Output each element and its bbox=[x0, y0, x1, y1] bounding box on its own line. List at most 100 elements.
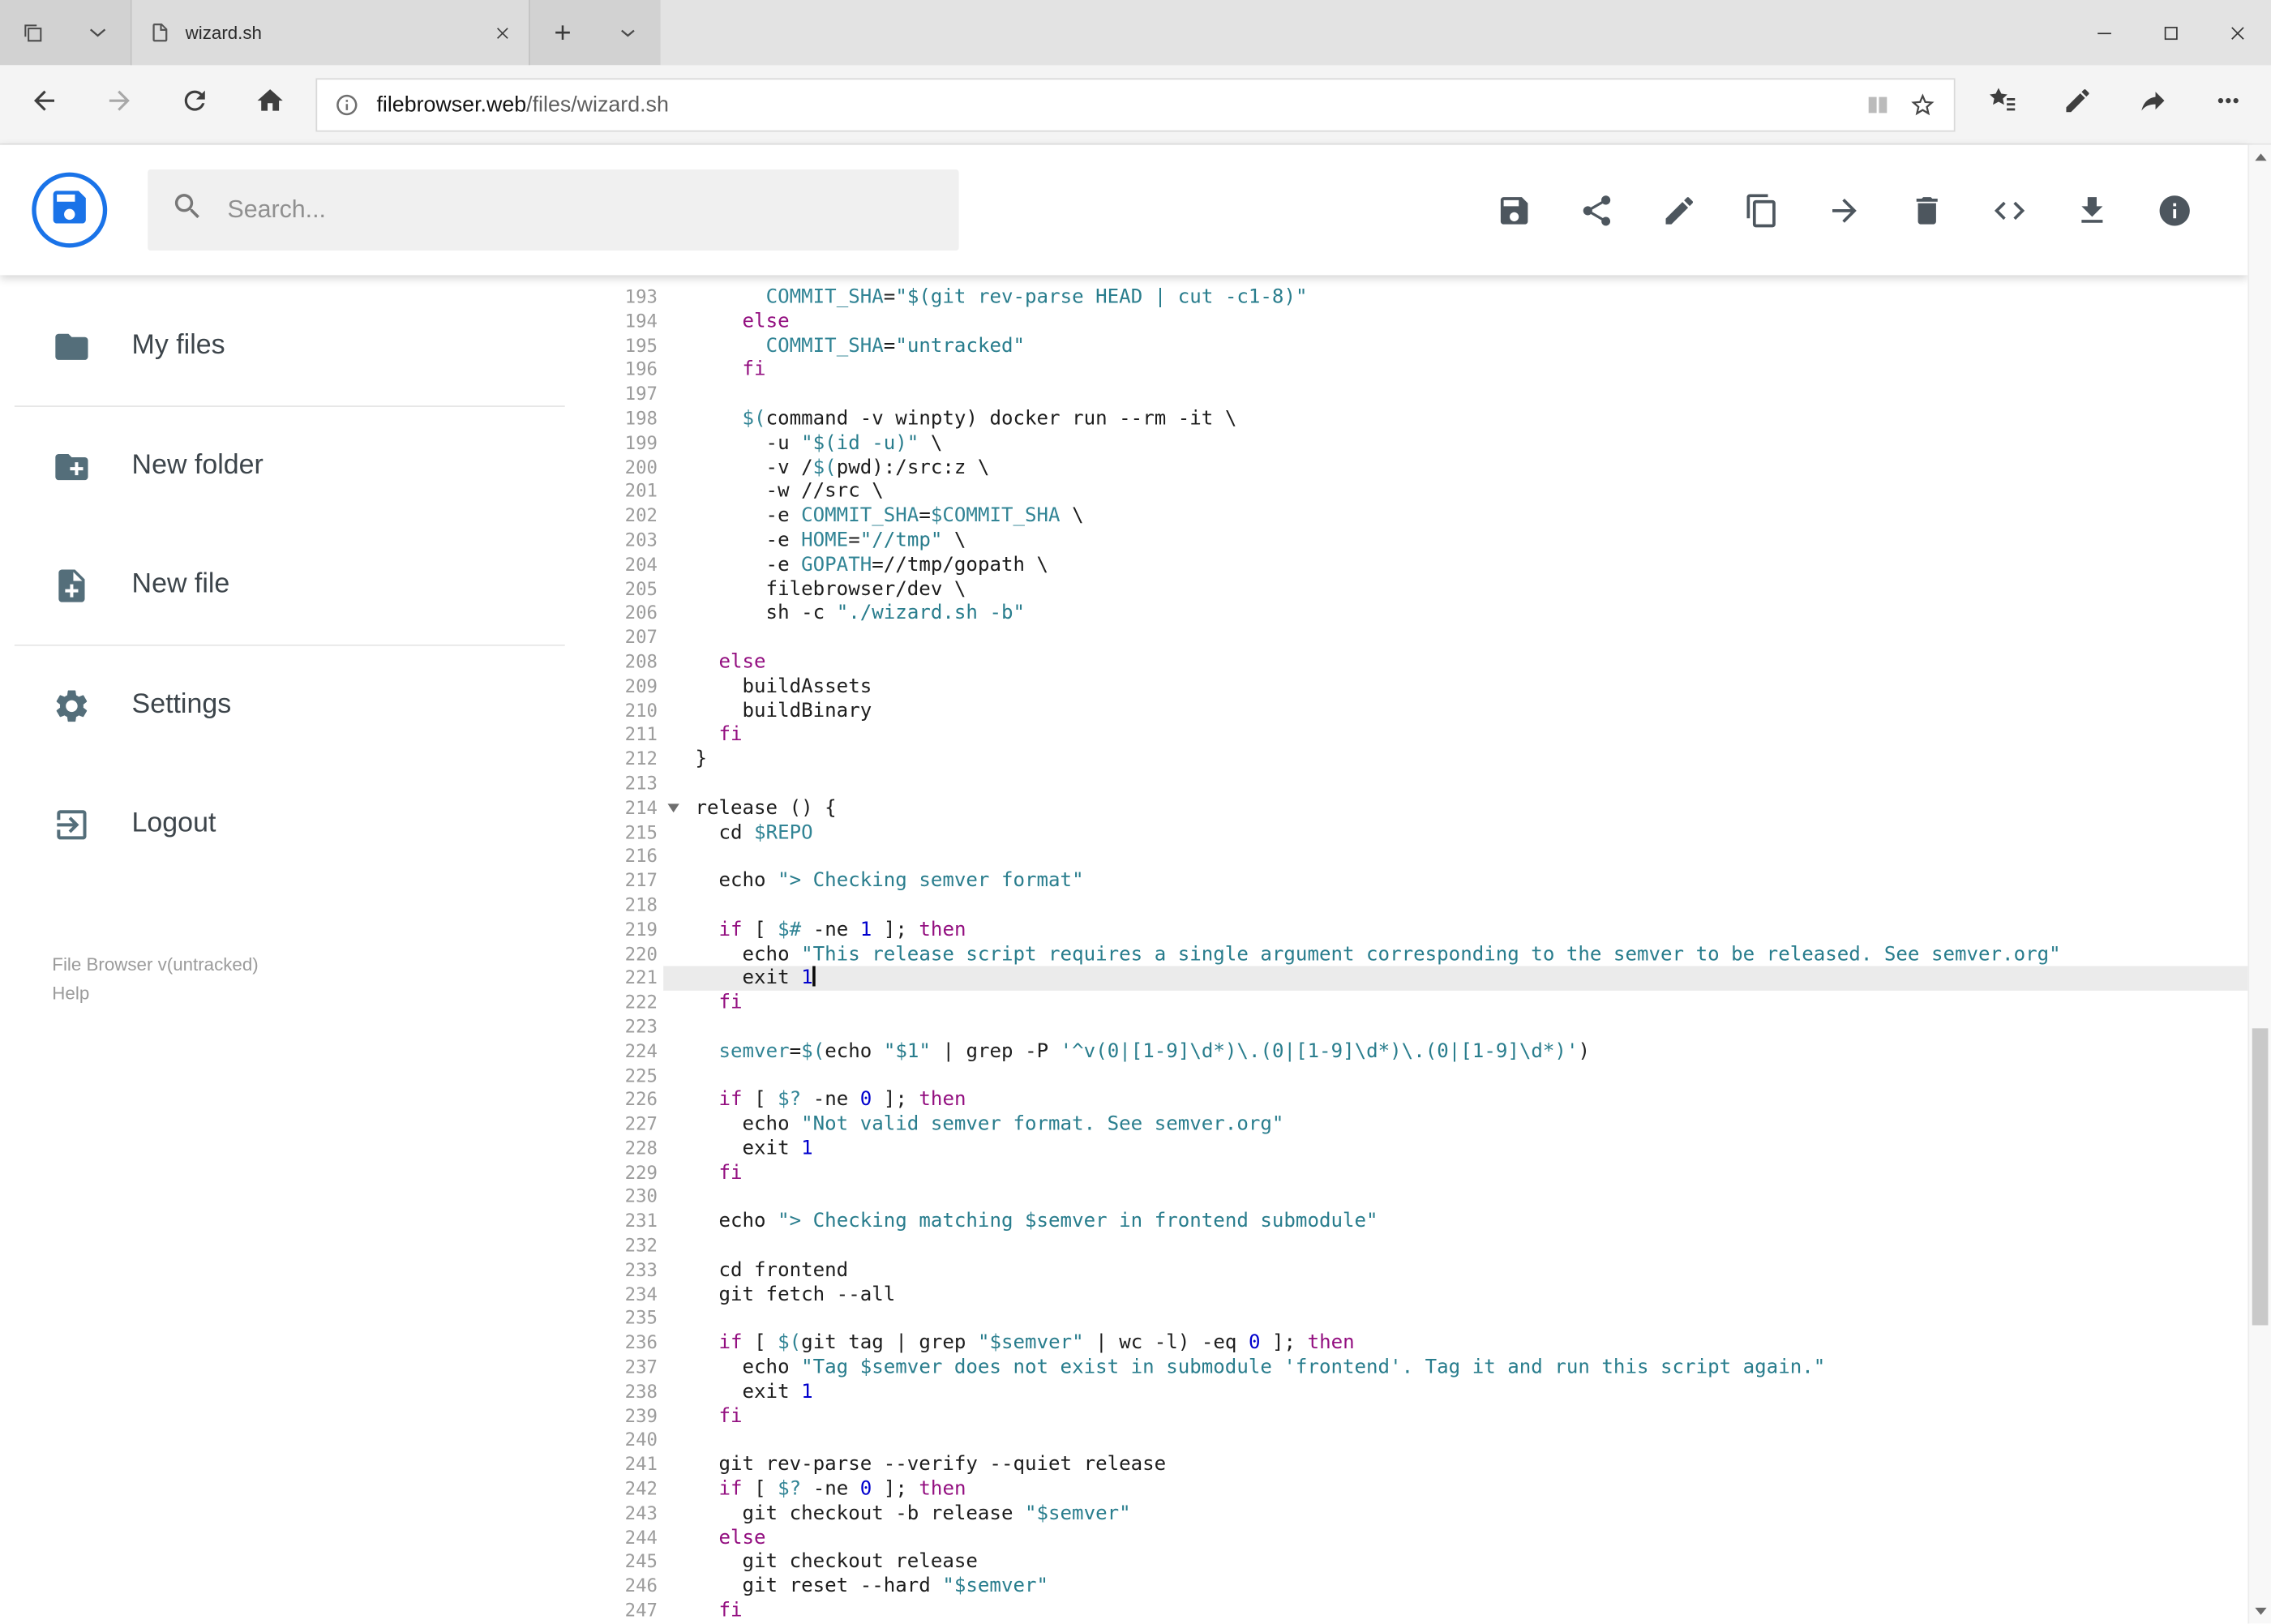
back-button[interactable] bbox=[6, 64, 81, 144]
raw-view-button[interactable] bbox=[1969, 169, 2051, 251]
line-number[interactable]: 202 bbox=[580, 504, 664, 529]
tab-list-dropdown-button[interactable] bbox=[595, 0, 660, 65]
line-number[interactable]: 208 bbox=[580, 650, 664, 675]
minimize-button[interactable] bbox=[2071, 0, 2137, 65]
line-number[interactable]: 214 bbox=[580, 796, 664, 821]
forward-button[interactable] bbox=[81, 64, 156, 144]
site-info-icon[interactable] bbox=[335, 92, 359, 116]
download-button[interactable] bbox=[2050, 169, 2133, 251]
line-number[interactable]: 215 bbox=[580, 821, 664, 845]
line-number[interactable]: 206 bbox=[580, 602, 664, 626]
line-number[interactable]: 227 bbox=[580, 1112, 664, 1137]
line-number[interactable]: 247 bbox=[580, 1599, 664, 1623]
line-number[interactable]: 223 bbox=[580, 1015, 664, 1039]
line-number[interactable]: 204 bbox=[580, 553, 664, 577]
line-number[interactable]: 216 bbox=[580, 845, 664, 869]
maximize-button[interactable] bbox=[2138, 0, 2205, 65]
line-number[interactable]: 224 bbox=[580, 1039, 664, 1064]
web-note-button[interactable] bbox=[2039, 64, 2115, 144]
scroll-up-button[interactable] bbox=[2249, 146, 2271, 168]
scrollbar-thumb[interactable] bbox=[2252, 1028, 2269, 1326]
line-number[interactable]: 242 bbox=[580, 1477, 664, 1502]
sidebar-item-new-folder[interactable]: New folder bbox=[0, 407, 580, 525]
code-editor[interactable]: 193 COMMIT_SHA="$(git rev-parse HEAD | c… bbox=[579, 275, 2248, 1624]
line-number[interactable]: 234 bbox=[580, 1283, 664, 1307]
reading-view-icon[interactable] bbox=[1864, 91, 1892, 118]
line-number[interactable]: 200 bbox=[580, 456, 664, 480]
line-number[interactable]: 217 bbox=[580, 869, 664, 893]
share-button[interactable] bbox=[1556, 169, 1639, 251]
line-number[interactable]: 193 bbox=[580, 285, 664, 310]
scroll-down-button[interactable] bbox=[2249, 1600, 2271, 1622]
line-number[interactable]: 210 bbox=[580, 699, 664, 723]
delete-button[interactable] bbox=[1886, 169, 1969, 251]
line-number[interactable]: 237 bbox=[580, 1356, 664, 1380]
more-options-button[interactable] bbox=[2190, 64, 2265, 144]
line-number[interactable]: 211 bbox=[580, 723, 664, 748]
browser-tab[interactable]: wizard.sh bbox=[130, 0, 530, 66]
sidebar-item-my-files[interactable]: My files bbox=[0, 287, 580, 405]
line-number[interactable]: 212 bbox=[580, 748, 664, 772]
line-number[interactable]: 239 bbox=[580, 1404, 664, 1429]
line-number[interactable]: 225 bbox=[580, 1064, 664, 1088]
line-number[interactable]: 196 bbox=[580, 358, 664, 383]
line-number[interactable]: 240 bbox=[580, 1429, 664, 1453]
sidebar-item-settings[interactable]: Settings bbox=[0, 646, 580, 765]
line-number[interactable]: 205 bbox=[580, 577, 664, 602]
sidebar-item-logout[interactable]: Logout bbox=[0, 765, 580, 883]
line-number[interactable]: 198 bbox=[580, 407, 664, 431]
line-number[interactable]: 221 bbox=[580, 966, 664, 991]
home-button[interactable] bbox=[232, 64, 307, 144]
address-bar[interactable]: filebrowser.web/files/wizard.sh bbox=[315, 77, 1956, 131]
hub-button[interactable] bbox=[1964, 64, 2039, 144]
app-logo[interactable] bbox=[32, 172, 108, 248]
rename-button[interactable] bbox=[1638, 169, 1720, 251]
copy-button[interactable] bbox=[1720, 169, 1803, 251]
refresh-button[interactable] bbox=[156, 64, 232, 144]
tab-close-icon[interactable] bbox=[494, 24, 511, 41]
tab-preview-button[interactable] bbox=[65, 0, 130, 65]
sidebar-item-new-file[interactable]: New file bbox=[0, 525, 580, 644]
close-button[interactable] bbox=[2205, 0, 2271, 65]
share-page-button[interactable] bbox=[2115, 64, 2190, 144]
favorite-star-icon[interactable] bbox=[1909, 91, 1936, 118]
line-number[interactable]: 233 bbox=[580, 1258, 664, 1283]
line-number[interactable]: 207 bbox=[580, 626, 664, 650]
info-button[interactable] bbox=[2133, 169, 2216, 251]
line-number[interactable]: 244 bbox=[580, 1526, 664, 1550]
line-number[interactable]: 243 bbox=[580, 1502, 664, 1526]
search-input[interactable]: Search... bbox=[148, 169, 959, 251]
url-text[interactable]: filebrowser.web/files/wizard.sh bbox=[376, 92, 1846, 116]
line-number[interactable]: 226 bbox=[580, 1088, 664, 1112]
line-number[interactable]: 219 bbox=[580, 918, 664, 942]
move-button[interactable] bbox=[1803, 169, 1886, 251]
save-button[interactable] bbox=[1473, 169, 1556, 251]
line-number[interactable]: 195 bbox=[580, 334, 664, 358]
vertical-scrollbar[interactable] bbox=[2247, 144, 2271, 1624]
line-number[interactable]: 213 bbox=[580, 772, 664, 796]
set-aside-tabs-button[interactable] bbox=[0, 0, 65, 65]
line-number[interactable]: 238 bbox=[580, 1380, 664, 1404]
line-number[interactable]: 222 bbox=[580, 991, 664, 1015]
line-number[interactable]: 232 bbox=[580, 1234, 664, 1258]
line-number[interactable]: 220 bbox=[580, 942, 664, 966]
line-number[interactable]: 231 bbox=[580, 1210, 664, 1234]
new-tab-button[interactable] bbox=[530, 0, 595, 65]
line-number[interactable]: 197 bbox=[580, 383, 664, 407]
line-number[interactable]: 230 bbox=[580, 1185, 664, 1210]
line-number[interactable]: 235 bbox=[580, 1307, 664, 1331]
line-number[interactable]: 229 bbox=[580, 1161, 664, 1185]
fold-widget-icon[interactable] bbox=[667, 803, 679, 812]
line-number[interactable]: 241 bbox=[580, 1453, 664, 1477]
line-number[interactable]: 199 bbox=[580, 431, 664, 456]
line-number[interactable]: 209 bbox=[580, 675, 664, 699]
help-link[interactable]: Help bbox=[52, 979, 579, 1009]
line-number[interactable]: 246 bbox=[580, 1575, 664, 1599]
line-number[interactable]: 194 bbox=[580, 310, 664, 334]
line-number[interactable]: 245 bbox=[580, 1550, 664, 1575]
line-number[interactable]: 228 bbox=[580, 1137, 664, 1161]
line-number[interactable]: 203 bbox=[580, 529, 664, 553]
line-number[interactable]: 236 bbox=[580, 1331, 664, 1356]
line-number[interactable]: 218 bbox=[580, 893, 664, 918]
line-number[interactable]: 201 bbox=[580, 480, 664, 504]
